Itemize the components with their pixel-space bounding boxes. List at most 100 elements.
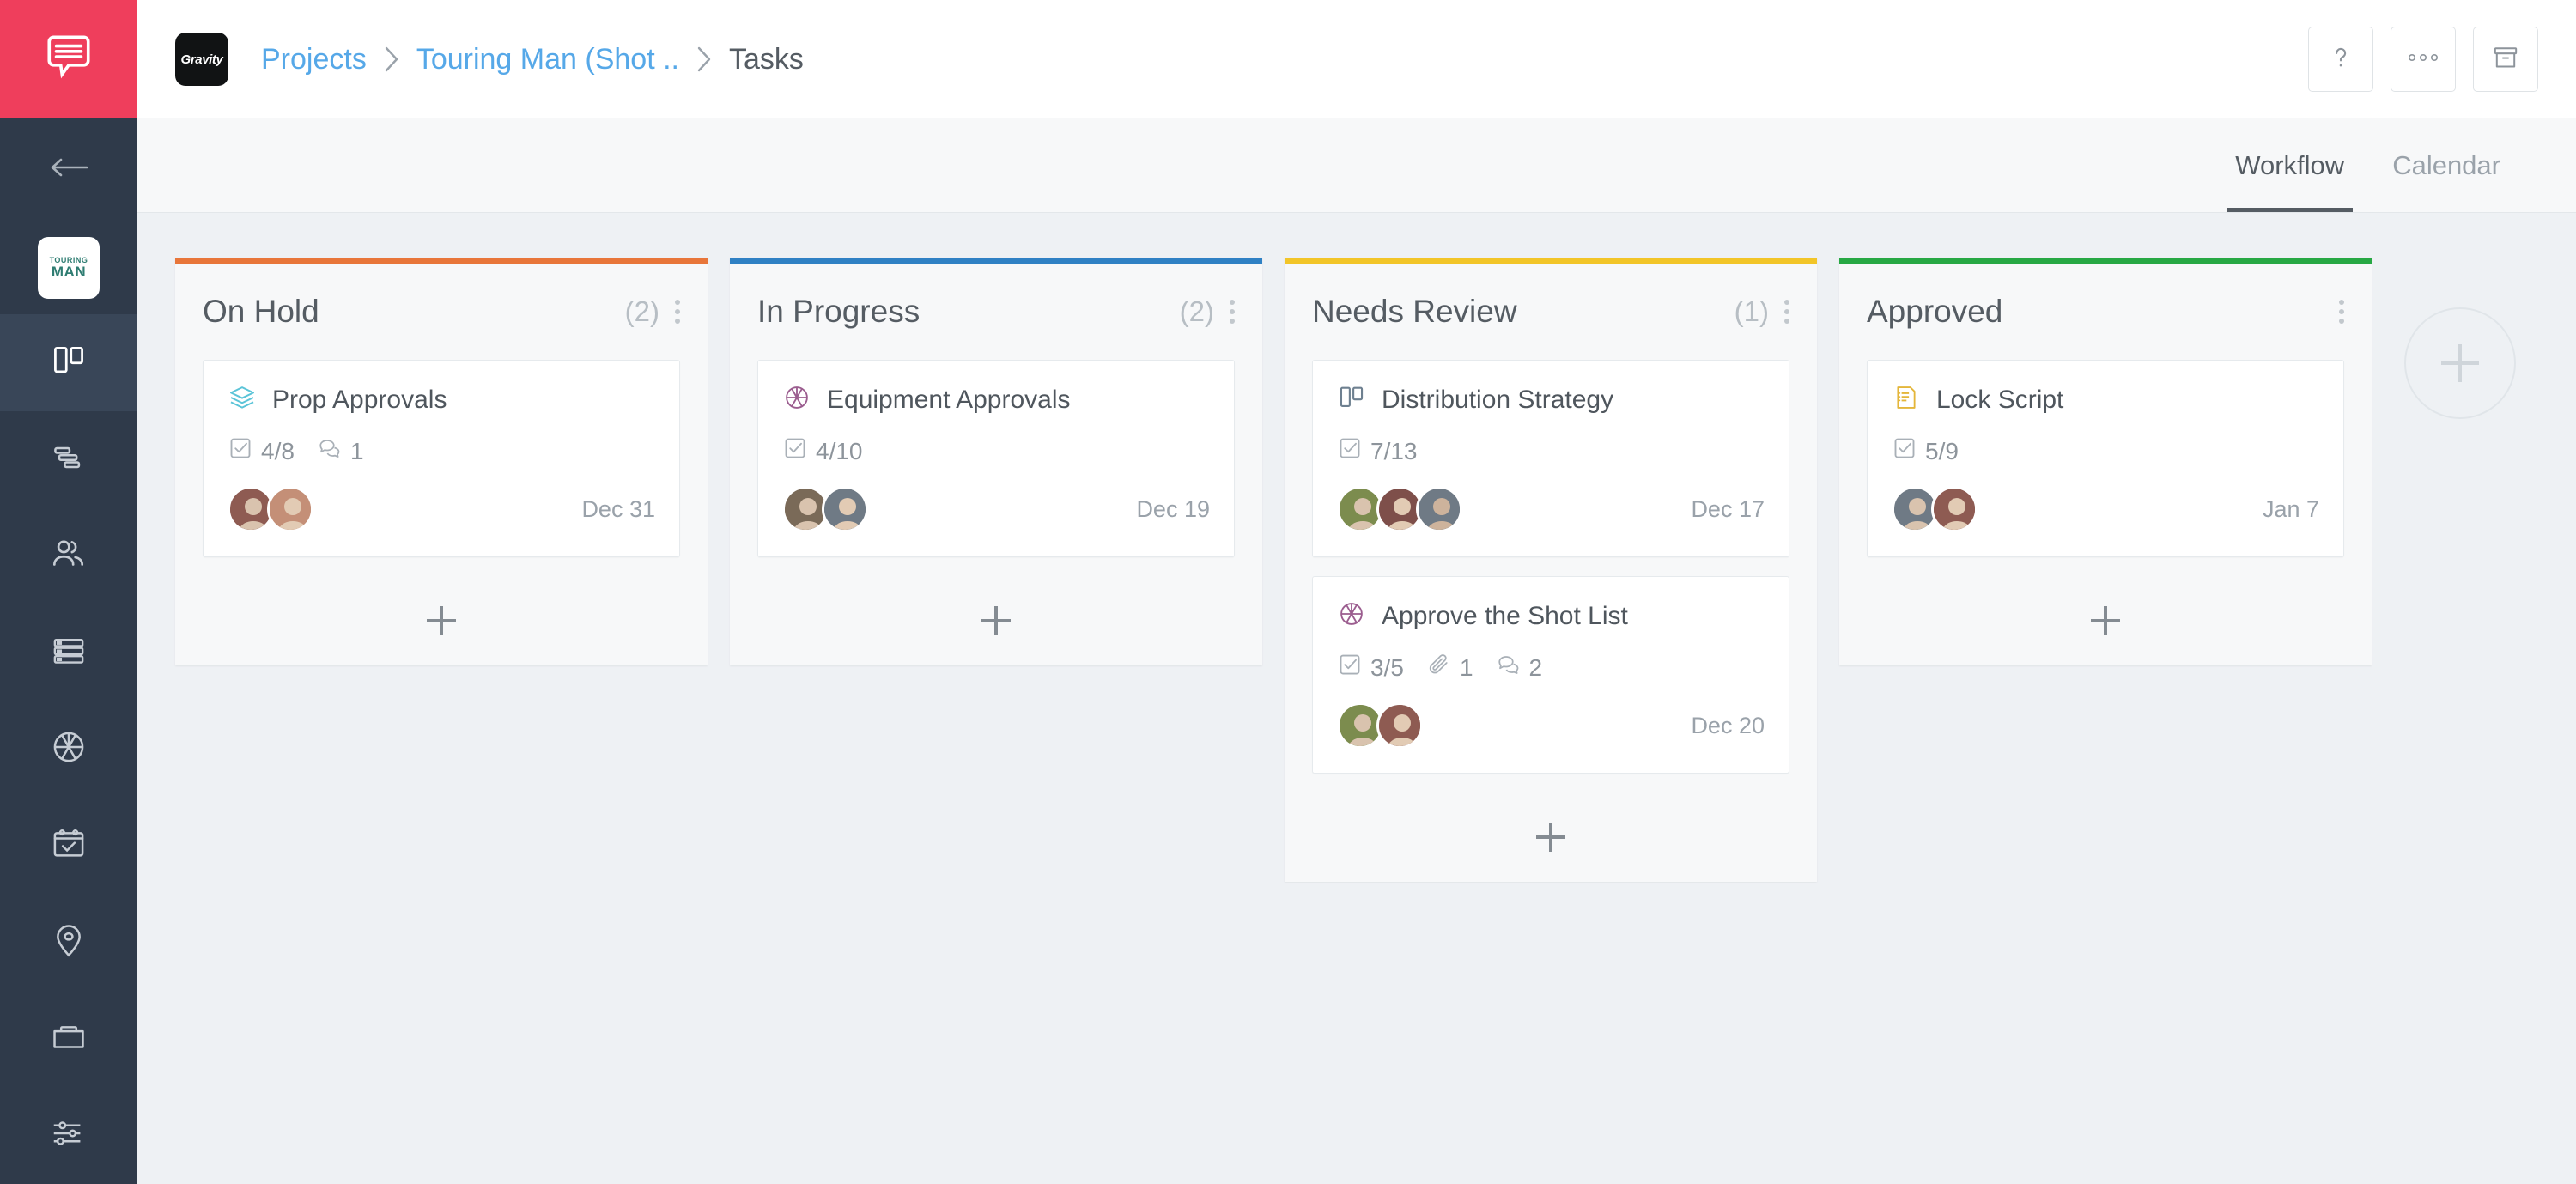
column-menu-button[interactable] [675,300,680,324]
kanban-column: Approved Lock Script 5/9 Jan 7 [1839,258,2372,665]
sidebar-item-people[interactable] [0,507,137,604]
brand-label: Gravity [180,52,223,67]
task-footer: Dec 17 [1337,486,1765,532]
map-pin-icon [49,920,88,964]
add-column-button[interactable] [2404,307,2516,419]
brand-tile[interactable]: Gravity [175,33,228,86]
breadcrumb-item-projects[interactable]: Projects [261,43,367,76]
sliders-icon [49,1114,88,1157]
assignee-avatars [1337,702,1423,749]
chevron-right-icon [382,45,401,74]
breadcrumb-item-project[interactable]: Touring Man (Shot .. [416,43,679,76]
people-icon [49,534,88,578]
comment-icon [1496,652,1522,683]
column-header: Needs Review (1) [1285,264,1817,360]
back-button[interactable] [0,118,137,220]
task-card-header: Equipment Approvals [782,383,1210,416]
left-rail: TOURING MAN [0,0,137,1184]
avatar[interactable] [267,486,313,532]
sidebar-item-locations[interactable] [0,895,137,992]
task-footer: Dec 31 [228,486,655,532]
plus-icon [981,606,1011,635]
column-header: On Hold (2) [175,264,708,360]
script-notepad-icon [1892,383,1921,416]
archive-button[interactable] [2473,27,2538,92]
avatar[interactable] [1931,486,1978,532]
tab-workflow[interactable]: Workflow [2211,118,2368,212]
checklist-meta: 7/13 [1337,435,1418,467]
column-menu-button[interactable] [1230,300,1235,324]
column-menu-button[interactable] [2339,300,2344,324]
aperture-icon [782,383,811,416]
comment-count: 2 [1528,653,1543,681]
add-card-button[interactable] [730,576,1262,665]
checklist-meta: 3/5 [1337,652,1404,683]
column-title: In Progress [757,294,920,329]
assignee-avatars [1337,486,1462,532]
gantt-bars-icon [50,439,88,481]
task-footer: Jan 7 [1892,486,2319,532]
sidebar-item-list[interactable] [0,604,137,701]
avatar[interactable] [1416,486,1462,532]
due-date: Dec 31 [581,495,655,522]
add-card-button[interactable] [175,576,708,665]
due-date: Jan 7 [2262,495,2319,522]
task-meta-row: 3/5 1 2 [1337,652,1765,683]
sidebar-item-board[interactable] [0,314,137,411]
attachment-icon [1426,652,1452,683]
more-button[interactable] [2391,27,2456,92]
app-logo[interactable] [0,0,137,118]
sidebar-item-shots[interactable] [0,701,137,798]
plus-icon [2441,344,2479,382]
column-cards: Lock Script 5/9 Jan 7 [1839,360,2372,557]
column-header: Approved [1839,264,2372,360]
task-card-header: Prop Approvals [228,383,655,416]
task-meta-row: 4/8 1 [228,435,655,467]
task-title: Lock Script [1936,385,2064,414]
due-date: Dec 19 [1136,495,1210,522]
column-count: (1) [1734,295,1769,327]
folder-icon [49,1017,88,1061]
column-cards: Prop Approvals 4/8 1 Dec 31 [175,360,708,557]
column-title: Approved [1867,294,2003,329]
add-card-button[interactable] [1285,792,1817,882]
checklist-count: 3/5 [1370,653,1404,681]
app-root: TOURING MAN Gravity Projects Touring Man… [0,0,2576,1184]
tab-workflow-label: Workflow [2235,149,2345,180]
avatar[interactable] [1376,702,1423,749]
task-card[interactable]: Lock Script 5/9 Jan 7 [1867,360,2344,557]
task-title: Distribution Strategy [1382,385,1614,414]
sidebar-item-gantt[interactable] [0,411,137,508]
top-bar: Gravity Projects Touring Man (Shot .. Ta… [137,0,2576,118]
speech-bubble-lines-icon [42,30,95,88]
task-meta-row: 7/13 [1337,435,1765,467]
column-title: Needs Review [1312,294,1517,329]
task-card[interactable]: Distribution Strategy 7/13 Dec 17 [1312,360,1789,557]
layers-icon [228,383,257,416]
sidebar-item-schedule[interactable] [0,798,137,895]
board-columns-icon [1337,383,1366,416]
checkbox-check-icon [228,435,253,467]
list-rows-icon [50,632,88,674]
task-card-header: Distribution Strategy [1337,383,1765,416]
avatar[interactable] [822,486,868,532]
project-logo[interactable]: TOURING MAN [0,221,137,315]
task-card[interactable]: Prop Approvals 4/8 1 Dec 31 [203,360,680,557]
checkbox-check-icon [782,435,808,467]
sidebar-item-files[interactable] [0,991,137,1088]
task-card[interactable]: Approve the Shot List 3/5 1 2 Dec 20 [1312,576,1789,774]
task-card[interactable]: Equipment Approvals 4/10 Dec 19 [757,360,1235,557]
checklist-meta: 4/10 [782,435,863,467]
add-card-button[interactable] [1839,576,2372,665]
tab-calendar[interactable]: Calendar [2368,118,2524,212]
assignee-avatars [228,486,313,532]
column-cards: Equipment Approvals 4/10 Dec 19 [730,360,1262,557]
column-menu-button[interactable] [1784,300,1789,324]
sidebar-item-settings[interactable] [0,1088,137,1184]
calendar-check-icon [49,824,88,868]
comment-icon [317,435,343,467]
checklist-count: 5/9 [1925,437,1959,464]
arrow-left-icon [49,155,88,185]
help-button[interactable] [2308,27,2373,92]
tab-calendar-label: Calendar [2392,149,2500,180]
